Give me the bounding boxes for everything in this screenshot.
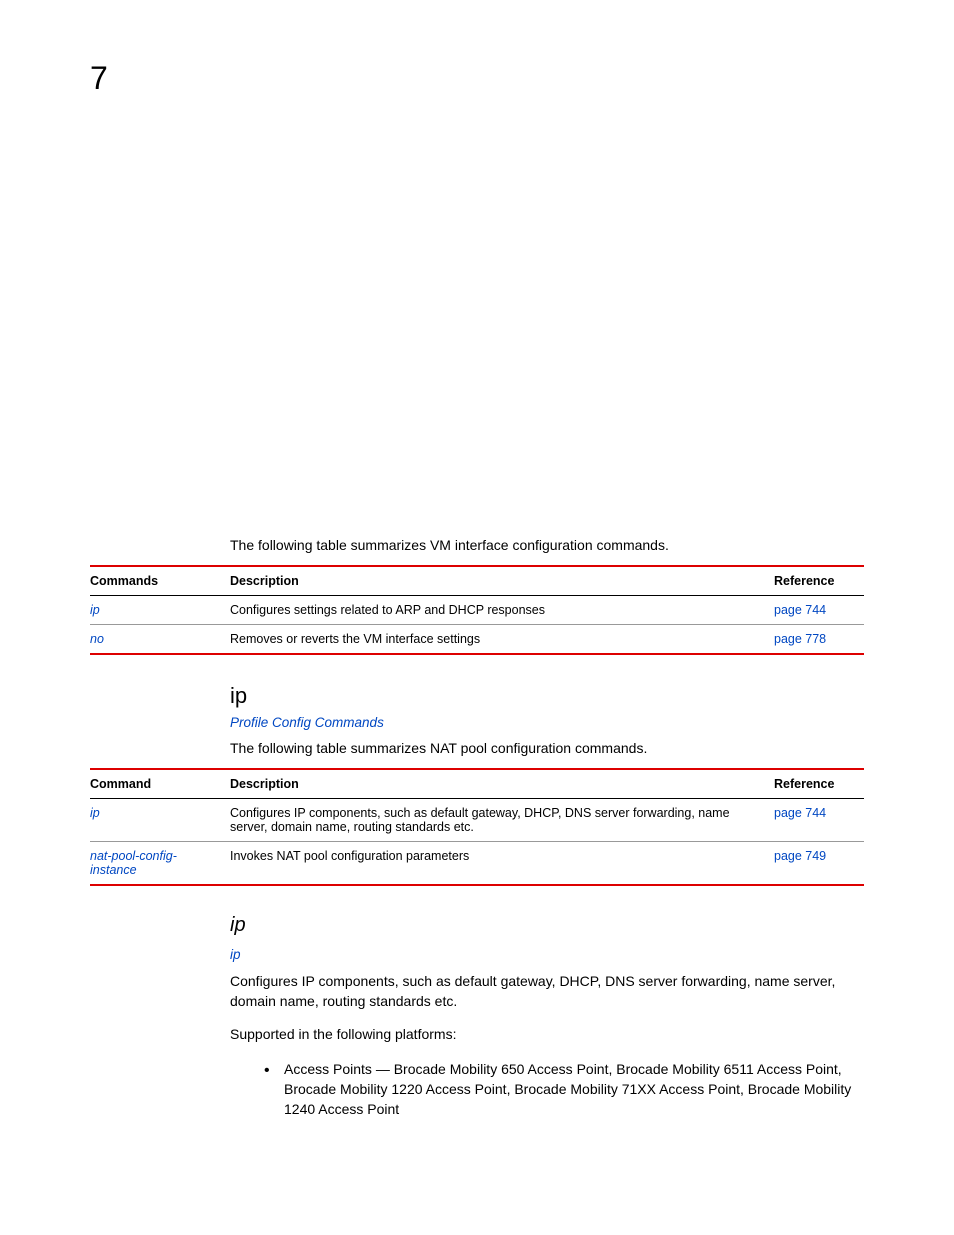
intro-text: The following table summarizes VM interf… <box>230 537 864 553</box>
th-reference: Reference <box>774 566 864 596</box>
body-paragraph: Configures IP components, such as defaul… <box>230 972 864 1011</box>
cmd-link[interactable]: ip <box>90 806 100 820</box>
body-paragraph: Supported in the following platforms: <box>230 1025 864 1045</box>
subsection-heading-ip: ip <box>230 914 864 937</box>
table-row: ip Configures settings related to ARP an… <box>90 596 864 625</box>
cmd-desc: Removes or reverts the VM interface sett… <box>230 625 774 655</box>
list-item: Access Points — Brocade Mobility 650 Acc… <box>266 1059 864 1120</box>
th-commands: Commands <box>90 566 230 596</box>
cmd-desc: Configures IP components, such as defaul… <box>230 799 774 842</box>
section-heading-ip: ip <box>230 683 864 709</box>
page-link[interactable]: page 744 <box>774 603 826 617</box>
cmd-desc: Configures settings related to ARP and D… <box>230 596 774 625</box>
table-row: nat-pool-config-instance Invokes NAT poo… <box>90 842 864 886</box>
platforms-list: Access Points — Brocade Mobility 650 Acc… <box>230 1059 864 1120</box>
page-link[interactable]: page 778 <box>774 632 826 646</box>
th-reference: Reference <box>774 769 864 799</box>
page-link[interactable]: page 744 <box>774 806 826 820</box>
table-row: ip Configures IP components, such as def… <box>90 799 864 842</box>
th-description: Description <box>230 769 774 799</box>
nat-pool-table: Command Description Reference ip Configu… <box>90 768 864 886</box>
profile-config-link[interactable]: Profile Config Commands <box>230 715 864 730</box>
vm-interface-table: Commands Description Reference ip Config… <box>90 565 864 655</box>
chapter-number: 7 <box>90 60 864 97</box>
page-link[interactable]: page 749 <box>774 849 826 863</box>
ip-link[interactable]: ip <box>230 947 864 962</box>
intro-text: The following table summarizes NAT pool … <box>230 740 864 756</box>
cmd-link[interactable]: nat-pool-config-instance <box>90 849 177 877</box>
th-command: Command <box>90 769 230 799</box>
cmd-link[interactable]: no <box>90 632 104 646</box>
table-row: no Removes or reverts the VM interface s… <box>90 625 864 655</box>
th-description: Description <box>230 566 774 596</box>
cmd-desc: Invokes NAT pool configuration parameter… <box>230 842 774 886</box>
cmd-link[interactable]: ip <box>90 603 100 617</box>
